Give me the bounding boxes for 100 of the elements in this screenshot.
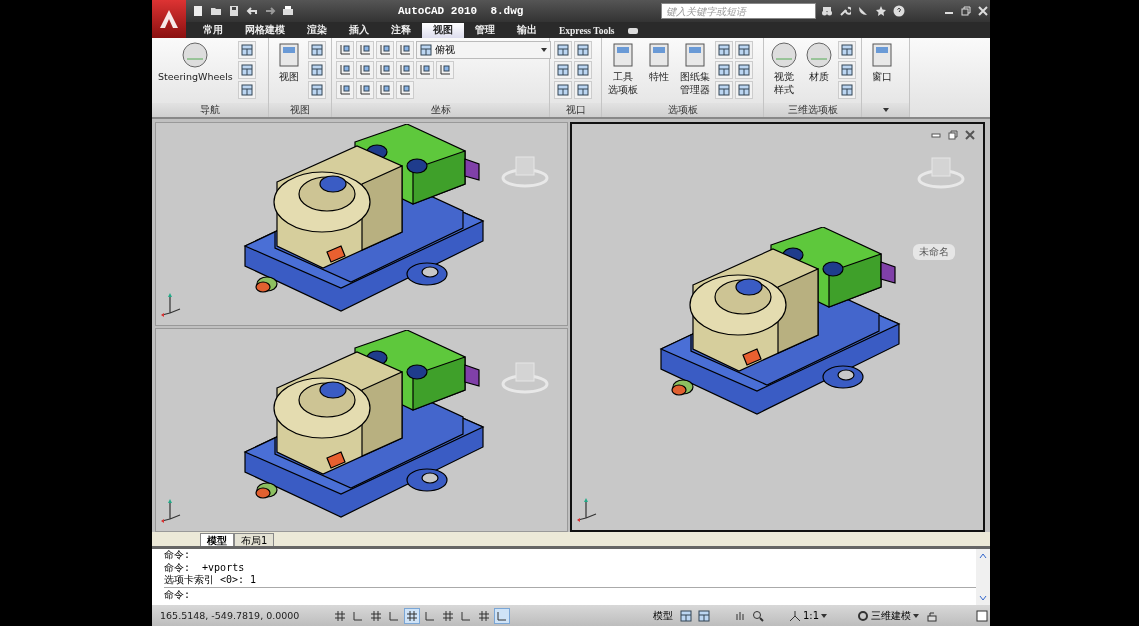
tool-button[interactable] [237,81,256,99]
panel-icon [805,41,833,69]
axis-icon [339,84,351,96]
annotation-scale-button[interactable]: 1:1 [785,607,830,624]
tool-button[interactable] [838,41,856,59]
ribbon-tab[interactable]: 网格建模 [234,23,296,38]
tool-button[interactable] [735,61,753,79]
ribbon-button[interactable]: SteeringWheels [156,41,235,82]
tool-button[interactable] [735,41,753,59]
tool-button[interactable] [396,81,414,99]
panel-title: 导航 [200,103,220,117]
window-icon [841,84,853,96]
tool-button[interactable] [715,61,733,79]
tool-button[interactable] [554,61,572,79]
drafting-aid-icon [460,609,472,622]
tool-button[interactable] [574,61,592,79]
printer-icon [281,5,294,17]
tool-button[interactable] [376,41,394,59]
tool-button[interactable] [237,41,256,59]
padlock-icon [926,609,938,622]
layout-tab[interactable]: 模型 [200,533,234,546]
tool-button[interactable] [336,81,354,99]
workspace-button[interactable]: 三维建模 [854,607,922,624]
tool-button[interactable] [376,61,394,79]
ribbon-tab[interactable]: 常用 [192,23,234,38]
tool-button[interactable] [416,61,434,79]
tool-button[interactable] [396,41,414,59]
annotation-scale-icon [788,609,801,622]
ribbon-button[interactable]: 工具 选项板 [606,41,640,95]
tool-button[interactable] [838,61,856,79]
tool-button[interactable] [356,41,374,59]
ribbon-button[interactable]: 特性 [643,41,675,82]
command-prompt[interactable]: 命令: [164,588,191,602]
tool-button[interactable] [396,61,414,79]
drafting-aid-icon [442,609,454,622]
tool-button[interactable] [838,81,856,99]
tool-button[interactable] [308,41,326,59]
restore-button[interactable] [946,128,960,142]
tool-button[interactable] [554,41,572,59]
ribbon-tab[interactable]: 渲染 [296,23,338,38]
ribbon-button[interactable]: 图纸集 管理器 [678,41,712,95]
tool-button[interactable] [715,41,733,59]
clean-screen-button[interactable] [974,607,990,624]
ucs-axis-icon [576,496,598,522]
ribbon-tab[interactable]: 视图 [422,23,464,38]
tool-button[interactable] [574,81,592,99]
tool-button[interactable] [237,61,256,79]
drafting-toggle[interactable] [404,607,420,624]
tool-button[interactable] [376,81,394,99]
ribbon-tab[interactable]: Express Tools [548,23,626,38]
panel-title: 坐标 [430,103,451,117]
panel-title: 选项板 [667,103,698,117]
restore-button[interactable] [959,4,973,18]
coordinates-readout: 165.5148, -549.7819, 0.0000 [160,610,301,621]
viewport[interactable]: 未命名 [570,122,985,532]
search-field[interactable]: 键入关键字或短语 [661,3,816,19]
tool-button[interactable] [356,61,374,79]
help-button[interactable] [891,3,906,19]
window-icon [577,84,589,96]
layout-tab[interactable]: 布局1 [234,533,275,546]
ribbon-tab[interactable]: 输出 [506,23,548,38]
tool-button[interactable] [715,81,733,99]
viewport[interactable] [155,328,568,532]
ribbon-tab[interactable]: 注释 [380,23,422,38]
window-icon [841,64,853,76]
axis-icon [399,84,411,96]
ribbon-button[interactable]: 视图 [273,41,305,82]
drafting-toggle[interactable] [494,607,510,624]
tool-button[interactable] [308,81,326,99]
layout-button[interactable] [677,607,694,624]
tool-button[interactable] [735,81,753,99]
ribbon-tab[interactable]: 管理 [464,23,506,38]
application-menu-button[interactable] [152,0,186,38]
tool-button[interactable] [308,61,326,79]
model-space-button[interactable]: 模型 [649,607,676,624]
close-button[interactable] [963,128,977,142]
tool-button[interactable] [436,61,454,79]
axis-icon [339,44,351,56]
tool-button[interactable] [336,41,354,59]
drafting-aid-icon [478,609,490,622]
viewport[interactable] [155,122,568,326]
window-icon [738,64,750,76]
tool-button[interactable] [554,81,572,99]
tool-button[interactable] [356,81,374,99]
ribbon-button[interactable]: 材质 [803,41,835,82]
axis-icon [359,84,371,96]
caret-icon [541,47,547,53]
tool-button[interactable] [336,61,354,79]
tool-button[interactable] [574,41,592,59]
view-name-label[interactable]: 未命名 [913,244,955,260]
view-dropdown[interactable]: 俯视 [416,41,551,59]
close-button[interactable] [976,4,990,18]
layout-button[interactable] [695,607,712,624]
ribbon-button[interactable]: 窗口 [866,41,898,82]
ribbon-tab[interactable]: 插入 [338,23,380,38]
ribbon-button[interactable]: 视觉 样式 [768,41,800,95]
ucs-axis-icon [160,291,182,317]
drafting-aid-icon [370,609,382,622]
drafting-aid-icon [496,609,508,622]
window-icon [311,44,323,56]
